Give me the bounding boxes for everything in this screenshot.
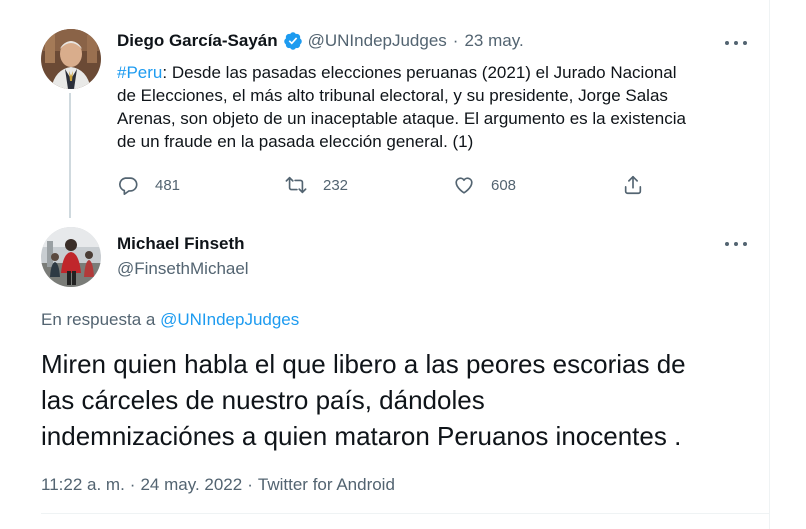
tweet-text-line: de un fraude en la pasada elección gener… (117, 132, 474, 151)
author-handle[interactable]: @FinsethMichael (117, 259, 249, 279)
tweet-text-line: Arenas, son objeto de un inaceptable ata… (117, 109, 686, 128)
tweet-date[interactable]: 23 may. (464, 31, 523, 51)
avatar-diego-garcia-sayan[interactable] (41, 29, 101, 89)
tweet-date[interactable]: 24 may. 2022 (140, 475, 242, 494)
tweet-text-line: Miren quien habla el que libero a las pe… (41, 349, 686, 379)
author-name[interactable]: Diego García-Sayán (117, 31, 278, 51)
reply-count: 481 (155, 176, 181, 194)
author-handle[interactable]: @UNIndepJudges (308, 31, 447, 51)
divider (41, 513, 769, 514)
reply-mention-link[interactable]: @UNIndepJudges (160, 310, 299, 329)
author-name[interactable]: Michael Finseth (117, 234, 245, 254)
tweet-text-fragment: : Desde las pasadas elecciones peruanas … (162, 63, 677, 82)
separator-dot: · (452, 31, 459, 50)
tweet-metadata: 11:22 a. m. · 24 may. 2022 · Twitter for And… (41, 475, 395, 495)
timeline-border (769, 0, 770, 529)
retweet-button[interactable]: 232 (285, 174, 348, 196)
tweet-text-line: de Elecciones, el más alto tribunal elec… (117, 86, 668, 105)
separator-dot: · (247, 475, 253, 494)
tweet2-text: Miren quien habla el que libero a las pe… (41, 346, 761, 454)
verified-badge-icon (283, 31, 303, 51)
retweet-count: 232 (323, 176, 349, 194)
tweet1-header: Diego García-Sayán @UNIndepJudges · 23 m… (117, 31, 524, 51)
reply-button[interactable]: 481 (117, 174, 180, 196)
hashtag-link[interactable]: #Peru (117, 63, 162, 82)
reply-icon (119, 177, 138, 195)
tweet1-text: #Peru: Desde las pasadas elecciones peru… (117, 61, 757, 153)
tweet-text-line: las cárceles de nuestro país, dándoles (41, 385, 485, 415)
tweet-source[interactable]: Twitter for Android (258, 475, 395, 494)
more-horizontal-icon[interactable] (725, 241, 747, 247)
reply-prefix: En respuesta a (41, 310, 156, 329)
share-button[interactable] (622, 174, 644, 196)
tweet-text-line: indemnizaciónes a quien mataron Peruanos… (41, 421, 682, 451)
more-horizontal-icon[interactable] (725, 40, 747, 46)
avatar-michael-finseth[interactable] (41, 227, 101, 287)
separator-dot: · (129, 475, 136, 494)
like-button[interactable]: 608 (453, 174, 516, 196)
like-icon (455, 177, 473, 194)
tweet-text-line: #Peru: Desde las pasadas elecciones peru… (117, 61, 757, 84)
like-count: 608 (491, 176, 517, 194)
reply-context: En respuesta a @UNIndepJudges (41, 310, 299, 330)
tweet-time[interactable]: 11:22 a. m. (41, 475, 125, 494)
retweet-icon (285, 176, 307, 194)
share-icon (624, 175, 642, 195)
thread-connector-line (69, 93, 71, 218)
